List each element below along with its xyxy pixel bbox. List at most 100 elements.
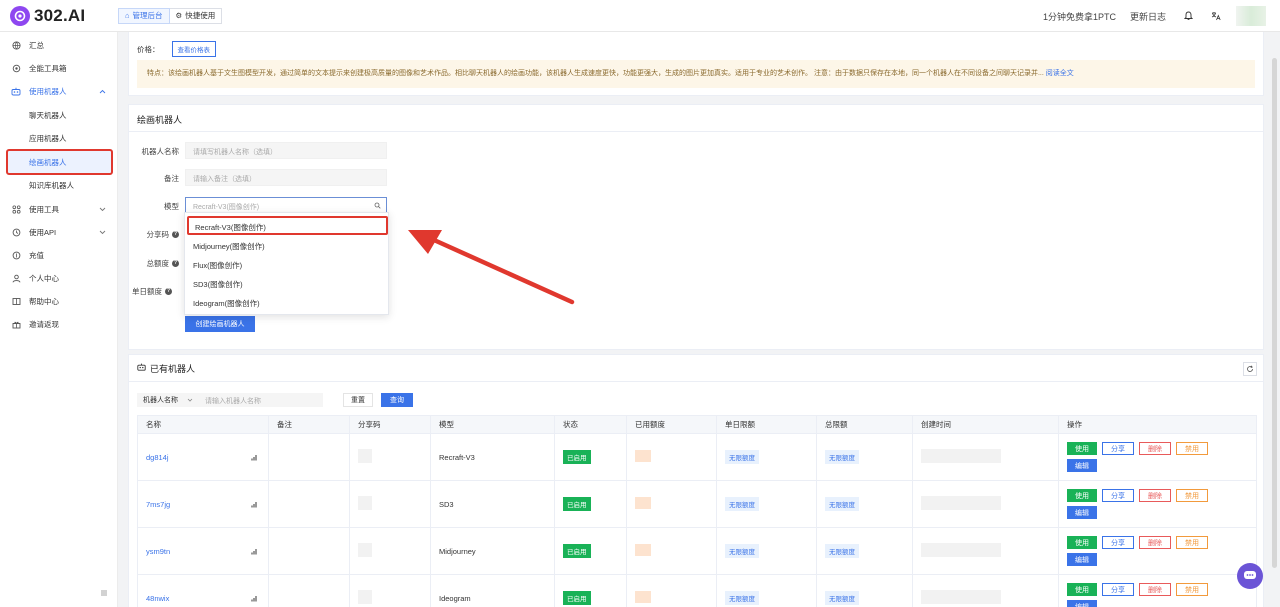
stats-icon[interactable]	[251, 454, 258, 463]
robot-name-cell[interactable]: 7ms7jg	[137, 480, 269, 528]
chat-support-button[interactable]	[1237, 563, 1263, 589]
sidebar-item-toolbox[interactable]: 全能工具箱	[0, 57, 118, 79]
redacted-block	[921, 496, 1001, 510]
gear-icon: ⚙	[175, 11, 183, 20]
avatar[interactable]	[1236, 6, 1266, 26]
edit-button[interactable]: 编辑	[1067, 553, 1097, 566]
read-more-link[interactable]: 阅读全文	[1046, 70, 1074, 77]
edit-button[interactable]: 编辑	[1067, 600, 1097, 607]
promo-link[interactable]: 1分钟免费拿1PTC	[1043, 10, 1116, 23]
column-header: 创建时间	[912, 415, 1059, 434]
sidebar-item-app-robot[interactable]: 应用机器人	[0, 127, 118, 149]
total-limit-badge: 无限额度	[825, 544, 859, 558]
robot-name-cell[interactable]: 48nwix	[137, 574, 269, 607]
total-limit-cell: 无限额度	[816, 574, 913, 607]
robot-name-cell[interactable]: dg814j	[137, 433, 269, 481]
disable-button[interactable]: 禁用	[1176, 489, 1208, 502]
redacted-block	[358, 496, 372, 510]
sidebar-item-help[interactable]: 帮助中心	[0, 290, 118, 312]
model-option-sd3[interactable]: SD3(图像创作)	[185, 274, 388, 293]
model-option-ideogram[interactable]: Ideogram(图像创作)	[185, 293, 388, 312]
column-header: 状态	[554, 415, 627, 434]
filter-field-select[interactable]: 机器人名称	[137, 393, 199, 407]
edit-button[interactable]: 编辑	[1067, 506, 1097, 519]
model-option-flux[interactable]: Flux(图像创作)	[185, 255, 388, 274]
model-option-recraft[interactable]: Recraft-V3(图像创作)	[187, 216, 388, 235]
share-button[interactable]: 分享	[1102, 536, 1134, 549]
sidebar-item-use-api[interactable]: 使用API	[0, 221, 118, 243]
disable-button[interactable]: 禁用	[1176, 583, 1208, 596]
changelog-link[interactable]: 更新日志	[1130, 10, 1166, 23]
create-drawing-robot-button[interactable]: 创建绘画机器人	[185, 316, 255, 332]
sidebar-item-label: 充值	[29, 250, 44, 260]
tab-quick-use[interactable]: ⚙ 快捷使用	[169, 8, 223, 24]
page-scrollbar[interactable]	[1272, 58, 1277, 568]
sidebar-item-drawing-robot[interactable]: 绘画机器人	[6, 149, 113, 175]
use-button[interactable]: 使用	[1067, 489, 1097, 502]
top-right-area: 1分钟免费拿1PTC 更新日志	[1043, 0, 1280, 32]
sidebar-item-use-tools[interactable]: 使用工具	[0, 198, 118, 220]
model-option-midjourney[interactable]: Midjourney(图像创作)	[185, 236, 388, 255]
created-time-cell	[912, 433, 1059, 481]
robot-name-search-input[interactable]: 请输入机器人名称	[199, 393, 323, 407]
share-code-cell	[349, 574, 431, 607]
sidebar-item-chat-robot[interactable]: 聊天机器人	[0, 104, 118, 126]
robot-name-cell[interactable]: ysm9tn	[137, 527, 269, 575]
share-button[interactable]: 分享	[1102, 442, 1134, 455]
sidebar-item-recharge[interactable]: 充值	[0, 244, 118, 266]
sidebar-item-summary[interactable]: 汇总	[0, 34, 118, 56]
help-icon[interactable]: ?	[172, 231, 179, 238]
sidebar-item-invite[interactable]: 邀请返现	[0, 313, 118, 335]
delete-button[interactable]: 删除	[1139, 536, 1171, 549]
translate-icon[interactable]	[1208, 8, 1224, 24]
sidebar-item-knowledge-robot[interactable]: 知识库机器人	[0, 174, 118, 196]
help-icon[interactable]: ?	[172, 260, 179, 267]
daily-quota-label: 单日额度?	[132, 287, 172, 296]
delete-button[interactable]: 删除	[1139, 583, 1171, 596]
reset-button[interactable]: 重置	[343, 393, 373, 407]
share-button[interactable]: 分享	[1102, 489, 1134, 502]
sidebar-item-label: 聊天机器人	[29, 110, 67, 120]
tab-admin-label: 管理后台	[132, 11, 163, 20]
stats-icon[interactable]	[251, 501, 258, 510]
stats-icon[interactable]	[251, 548, 258, 557]
use-button[interactable]: 使用	[1067, 583, 1097, 596]
used-quota-cell	[626, 433, 717, 481]
chevron-down-icon	[99, 228, 106, 237]
redacted-block	[921, 590, 1001, 604]
logo[interactable]: 302.AI	[10, 6, 85, 26]
view-price-button[interactable]: 查看价格表	[171, 41, 216, 57]
share-button[interactable]: 分享	[1102, 583, 1134, 596]
top-nav: ⌂ 管理后台 ⚙ 快捷使用	[118, 8, 223, 24]
stats-icon[interactable]	[251, 595, 258, 604]
edit-button[interactable]: 编辑	[1067, 459, 1097, 472]
collapse-sidebar-icon[interactable]	[100, 589, 108, 599]
daily-limit-cell: 无限额度	[716, 527, 817, 575]
use-button[interactable]: 使用	[1067, 536, 1097, 549]
disable-button[interactable]: 禁用	[1176, 442, 1208, 455]
sidebar-item-label: 应用机器人	[29, 133, 67, 143]
main-content: 价格： 查看价格表 特点：该绘画机器人基于文生图模型开发，通过简单的文本提示来创…	[118, 32, 1280, 607]
robot-name-input[interactable]: 请填写机器人名称（选填）	[185, 142, 387, 159]
robots-table: 名称 备注 分享码 模型 状态 已用额度 单日限额 总限额 创建时间 操作 dg…	[137, 415, 1257, 607]
sidebar-item-label: 使用工具	[29, 204, 59, 214]
refresh-button[interactable]	[1243, 362, 1257, 376]
column-header: 模型	[430, 415, 555, 434]
feature-notice: 特点：该绘画机器人基于文生图模型开发，通过简单的文本提示来创建极高质量的图像和艺…	[137, 60, 1255, 88]
tab-quick-use-label: 快捷使用	[185, 11, 216, 20]
tab-admin[interactable]: ⌂ 管理后台	[118, 8, 170, 24]
disable-button[interactable]: 禁用	[1176, 536, 1208, 549]
delete-button[interactable]: 删除	[1139, 442, 1171, 455]
sidebar-item-profile[interactable]: 个人中心	[0, 267, 118, 289]
column-header: 操作	[1058, 415, 1257, 434]
delete-button[interactable]: 删除	[1139, 489, 1171, 502]
annotation-arrow	[408, 230, 575, 305]
help-icon[interactable]: ?	[165, 288, 172, 295]
redacted-block	[358, 590, 372, 604]
status-badge: 已启用	[563, 544, 591, 558]
note-input[interactable]: 请输入备注（选填）	[185, 169, 387, 186]
bell-icon[interactable]	[1180, 8, 1196, 24]
query-button[interactable]: 查询	[381, 393, 413, 407]
sidebar-item-use-robots[interactable]: 使用机器人	[0, 80, 118, 102]
use-button[interactable]: 使用	[1067, 442, 1097, 455]
